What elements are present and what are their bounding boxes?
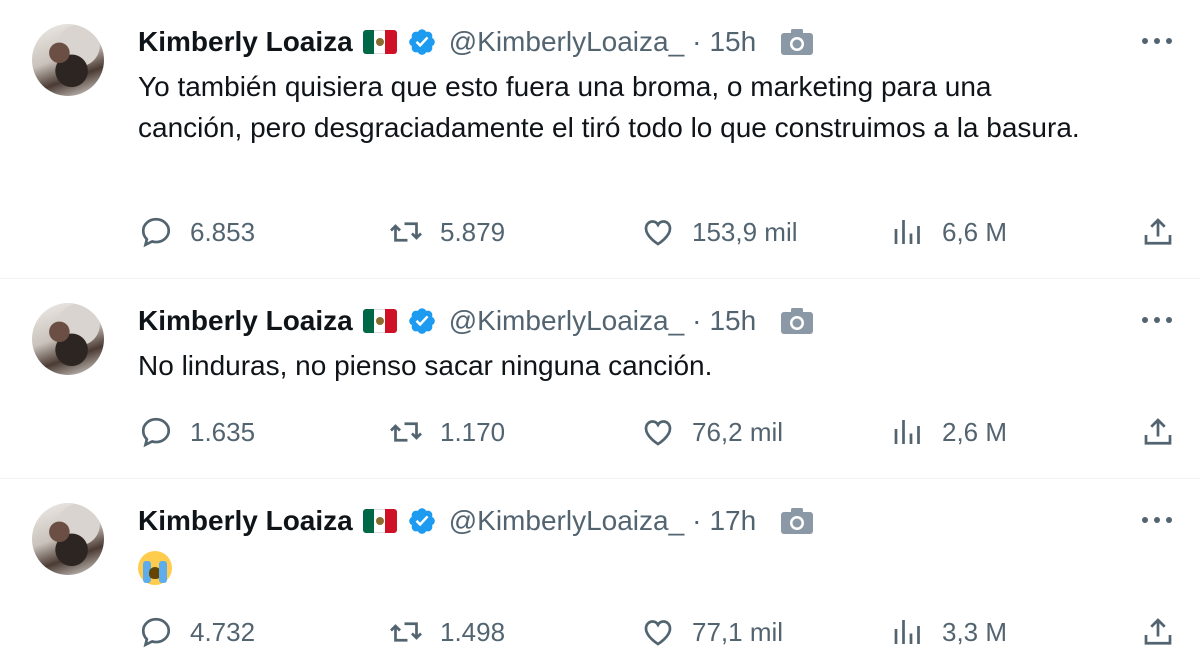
like-icon — [644, 220, 672, 246]
author-name[interactable]: Kimberly Loaiza — [138, 505, 353, 537]
mexico-flag-icon — [362, 509, 397, 533]
views-button[interactable]: 2,6 M — [890, 414, 1007, 450]
more-options-icon[interactable] — [1142, 315, 1172, 325]
mexico-flag-icon — [362, 30, 397, 54]
reply-icon — [141, 617, 171, 648]
more-options-icon[interactable] — [1142, 515, 1172, 525]
retweet-count: 1.498 — [440, 616, 506, 647]
views-icon — [894, 220, 920, 244]
views-button[interactable]: 3,3 M — [890, 614, 1007, 650]
retweet-button[interactable]: 5.879 — [388, 214, 505, 250]
verified-badge-icon[interactable] — [407, 506, 437, 536]
views-icon — [894, 620, 920, 644]
like-icon — [644, 620, 672, 646]
retweet-count: 1.170 — [440, 416, 506, 447]
reply-icon — [141, 417, 171, 448]
share-button[interactable] — [1140, 614, 1176, 650]
camera-icon — [781, 508, 814, 534]
like-button[interactable]: 76,2 mil — [640, 414, 783, 450]
verified-badge-icon[interactable] — [407, 27, 437, 57]
separator: · — [692, 26, 702, 57]
timestamp[interactable]: 15h — [709, 26, 756, 58]
retweet-button[interactable]: 1.170 — [388, 414, 505, 450]
like-button[interactable]: 153,9 mil — [640, 214, 798, 250]
views-count: 3,3 M — [942, 616, 1008, 647]
views-count: 2,6 M — [942, 416, 1008, 447]
like-count: 153,9 mil — [692, 216, 798, 247]
loudly-crying-face-icon — [138, 550, 172, 585]
retweet-icon — [390, 422, 422, 442]
like-count: 77,1 mil — [692, 616, 784, 647]
retweet-icon — [390, 622, 422, 642]
author-name[interactable]: Kimberly Loaiza — [138, 26, 353, 58]
tweet-content: Kimberly Loaiza @KimberlyLoaiza_ · 15h N… — [138, 299, 1178, 478]
reply-count: 1.635 — [190, 416, 256, 447]
share-button[interactable] — [1140, 214, 1176, 250]
tweet-text: Yo también quisiera que esto fuera una b… — [138, 71, 1080, 143]
author-handle[interactable]: @KimberlyLoaiza_ — [449, 305, 684, 337]
retweet-icon — [390, 222, 422, 242]
author-handle[interactable]: @KimberlyLoaiza_ — [449, 26, 684, 58]
separator: · — [692, 505, 702, 536]
share-icon — [1144, 618, 1172, 645]
avatar[interactable] — [32, 24, 104, 96]
reply-button[interactable]: 1.635 — [138, 414, 255, 450]
reply-button[interactable]: 4.732 — [138, 614, 255, 650]
camera-icon — [781, 308, 814, 334]
views-button[interactable]: 6,6 M — [890, 214, 1007, 250]
avatar[interactable] — [32, 503, 104, 575]
reply-button[interactable]: 6.853 — [138, 214, 255, 250]
reply-count: 4.732 — [190, 616, 256, 647]
timestamp[interactable]: 15h — [709, 305, 756, 337]
retweet-button[interactable]: 1.498 — [388, 614, 505, 650]
timestamp[interactable]: 17h — [709, 505, 756, 537]
tweet-header: Kimberly Loaiza @KimberlyLoaiza_ · 17h — [138, 499, 1178, 543]
like-button[interactable]: 77,1 mil — [640, 614, 783, 650]
views-count: 6,6 M — [942, 216, 1008, 247]
tweet-header: Kimberly Loaiza @KimberlyLoaiza_ · 15h — [138, 299, 1178, 343]
more-options-icon[interactable] — [1142, 36, 1172, 46]
avatar[interactable] — [32, 303, 104, 375]
views-icon — [894, 420, 920, 444]
like-icon — [644, 420, 672, 446]
reply-icon — [141, 217, 171, 248]
tweet-text: No linduras, no pienso sacar ninguna can… — [138, 350, 713, 381]
tweet-header: Kimberly Loaiza @KimberlyLoaiza_ · 15h — [138, 20, 1178, 64]
like-count: 76,2 mil — [692, 416, 784, 447]
share-button[interactable] — [1140, 414, 1176, 450]
separator: · — [692, 305, 702, 336]
retweet-count: 5.879 — [440, 216, 506, 247]
reply-count: 6.853 — [190, 216, 256, 247]
author-name[interactable]: Kimberly Loaiza — [138, 305, 353, 337]
camera-icon — [781, 29, 814, 55]
share-icon — [1144, 218, 1172, 245]
tweet-text — [138, 545, 1098, 586]
mexico-flag-icon — [362, 309, 397, 333]
author-handle[interactable]: @KimberlyLoaiza_ — [449, 505, 684, 537]
verified-badge-icon[interactable] — [407, 306, 437, 336]
share-icon — [1144, 418, 1172, 445]
